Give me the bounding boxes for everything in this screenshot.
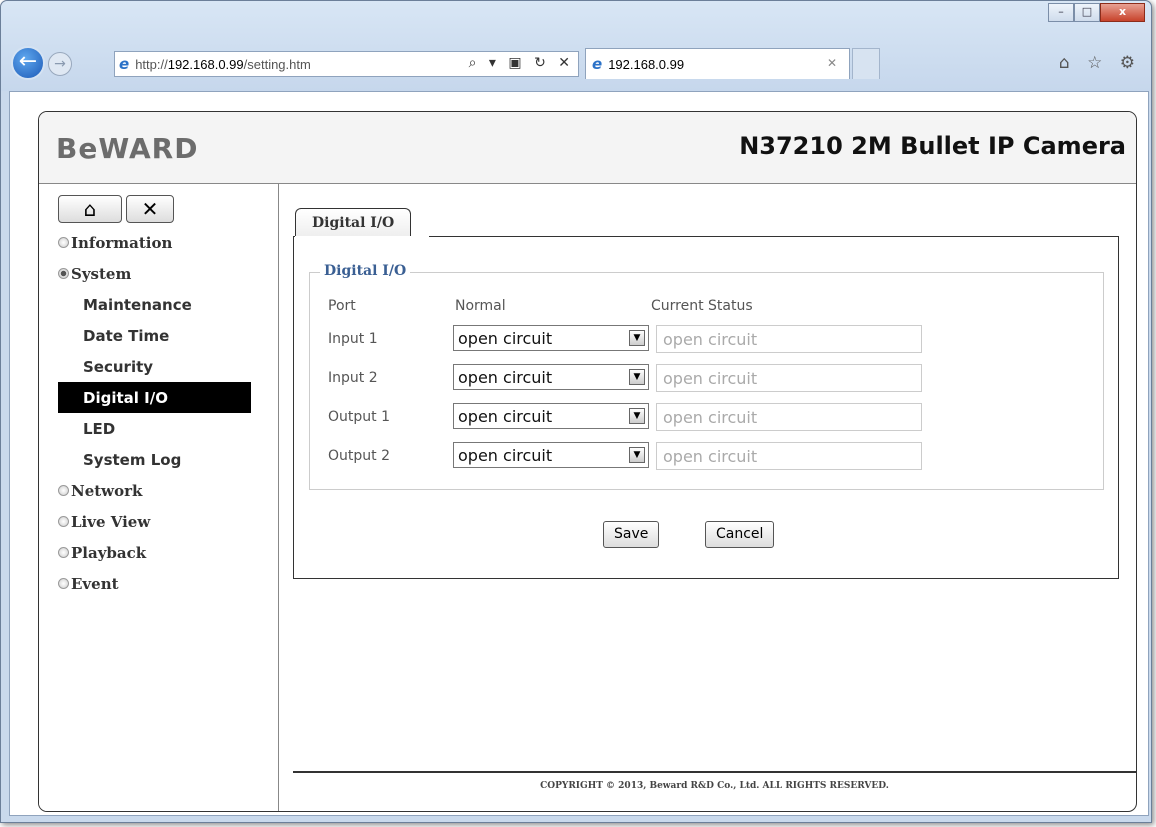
column-header-normal: Normal — [455, 298, 506, 314]
tab-close-icon[interactable]: ✕ — [827, 56, 837, 70]
browser-window: – □ x ← → e http://192.168.0.99/setting.… — [0, 0, 1152, 823]
home-button[interactable]: ⌂ — [58, 195, 122, 223]
close-button[interactable]: x — [1100, 3, 1145, 22]
toolbar-icons[interactable]: ⌂ ☆ ⚙ — [1059, 53, 1141, 73]
collapsed-bullet-icon — [58, 547, 69, 558]
collapsed-bullet-icon — [58, 516, 69, 527]
column-header-status: Current Status — [651, 298, 753, 314]
io-row: Output 1 open circuit ▼ open circuit — [310, 403, 1103, 431]
collapsed-bullet-icon — [58, 237, 69, 248]
settings-button[interactable]: ✕ — [126, 195, 174, 223]
digital-io-fieldset: Digital I/O Port Normal Current Status I… — [309, 263, 1104, 490]
dropdown-arrow-icon[interactable]: ▼ — [629, 369, 645, 385]
sidebar-item-network[interactable]: Network — [58, 475, 278, 506]
address-url[interactable]: http://192.168.0.99/setting.htm — [135, 57, 311, 72]
column-header-port: Port — [328, 298, 356, 314]
dropdown-arrow-icon[interactable]: ▼ — [629, 447, 645, 463]
sidebar-item-information[interactable]: Information — [58, 227, 278, 258]
ie-icon: e — [592, 55, 603, 73]
save-button[interactable]: Save — [603, 521, 660, 548]
page-title: N37210 2M Bullet IP Camera — [739, 132, 1126, 160]
sidebar-item-system-log[interactable]: System Log — [58, 444, 278, 475]
ie-icon: e — [119, 55, 130, 73]
forward-button[interactable]: → — [48, 52, 72, 76]
window-controls: – □ x — [1048, 3, 1145, 22]
dropdown-arrow-icon[interactable]: ▼ — [629, 408, 645, 424]
sidebar-icon-row: ⌂ ✕ — [58, 195, 174, 223]
current-status-field: open circuit — [656, 442, 922, 470]
io-row: Input 2 open circuit ▼ open circuit — [310, 364, 1103, 392]
arrow-left-icon: ← — [18, 49, 38, 74]
cancel-button[interactable]: Cancel — [705, 521, 775, 548]
normal-select[interactable]: open circuit ▼ — [453, 442, 649, 468]
current-status-field: open circuit — [656, 364, 922, 392]
page-viewport: BeWARD N37210 2M Bullet IP Camera ⌂ ✕ In… — [9, 91, 1149, 816]
port-label: Output 2 — [328, 448, 390, 464]
home-icon: ⌂ — [83, 197, 97, 221]
page-header: BeWARD N37210 2M Bullet IP Camera — [39, 112, 1136, 184]
sidebar-item-security[interactable]: Security — [58, 351, 278, 382]
sidebar-item-maintenance[interactable]: Maintenance — [58, 289, 278, 320]
sidebar-item-digital-io[interactable]: Digital I/O — [58, 382, 251, 413]
tab-digital-io[interactable]: Digital I/O — [295, 208, 412, 237]
address-tools[interactable]: ⌕ ▾ ▣ ↻ ✕ — [469, 55, 574, 71]
sidebar-item-live-view[interactable]: Live View — [58, 506, 278, 537]
arrow-right-icon: → — [54, 56, 66, 72]
footer-divider — [293, 771, 1136, 773]
copyright-text: COPYRIGHT © 2013, Beward R&D Co., Ltd. A… — [540, 781, 889, 791]
io-row: Input 1 open circuit ▼ open circuit — [310, 325, 1103, 353]
port-label: Output 1 — [328, 409, 390, 425]
new-tab-button[interactable] — [852, 48, 880, 79]
beward-logo: BeWARD — [56, 132, 199, 165]
back-button[interactable]: ← — [11, 46, 45, 80]
sidebar-item-led[interactable]: LED — [58, 413, 278, 444]
io-row: Output 2 open circuit ▼ open circuit — [310, 442, 1103, 470]
maximize-button[interactable]: □ — [1074, 3, 1100, 22]
sidebar-item-system[interactable]: System — [58, 258, 278, 289]
port-label: Input 2 — [328, 370, 378, 386]
address-bar[interactable]: e http://192.168.0.99/setting.htm ⌕ ▾ ▣ … — [114, 51, 579, 77]
collapsed-bullet-icon — [58, 578, 69, 589]
dropdown-arrow-icon[interactable]: ▼ — [629, 330, 645, 346]
sidebar-item-playback[interactable]: Playback — [58, 537, 278, 568]
browser-tab[interactable]: e 192.168.0.99 ✕ — [585, 48, 850, 79]
tools-icon: ✕ — [141, 197, 159, 221]
current-status-field: open circuit — [656, 325, 922, 353]
sidebar-item-event[interactable]: Event — [58, 568, 278, 599]
current-status-field: open circuit — [656, 403, 922, 431]
sidebar: ⌂ ✕ Information System Maintenance Date … — [39, 184, 279, 811]
settings-panel: Digital I/O Port Normal Current Status I… — [293, 236, 1119, 579]
main-content: Digital I/O Digital I/O Port Normal Curr… — [280, 184, 1136, 811]
expanded-bullet-icon — [58, 268, 69, 279]
browser-chrome: – □ x ← → e http://192.168.0.99/setting.… — [1, 1, 1151, 91]
normal-select[interactable]: open circuit ▼ — [453, 403, 649, 429]
collapsed-bullet-icon — [58, 485, 69, 496]
fieldset-legend: Digital I/O — [320, 263, 411, 279]
normal-select[interactable]: open circuit ▼ — [453, 364, 649, 390]
tab-title: 192.168.0.99 — [608, 56, 685, 72]
camera-page: BeWARD N37210 2M Bullet IP Camera ⌂ ✕ In… — [38, 111, 1137, 812]
minimize-button[interactable]: – — [1048, 3, 1074, 22]
tab-join — [295, 236, 429, 238]
sidebar-nav: Information System Maintenance Date Time… — [58, 227, 278, 599]
port-label: Input 1 — [328, 331, 378, 347]
normal-select[interactable]: open circuit ▼ — [453, 325, 649, 351]
sidebar-item-date-time[interactable]: Date Time — [58, 320, 278, 351]
